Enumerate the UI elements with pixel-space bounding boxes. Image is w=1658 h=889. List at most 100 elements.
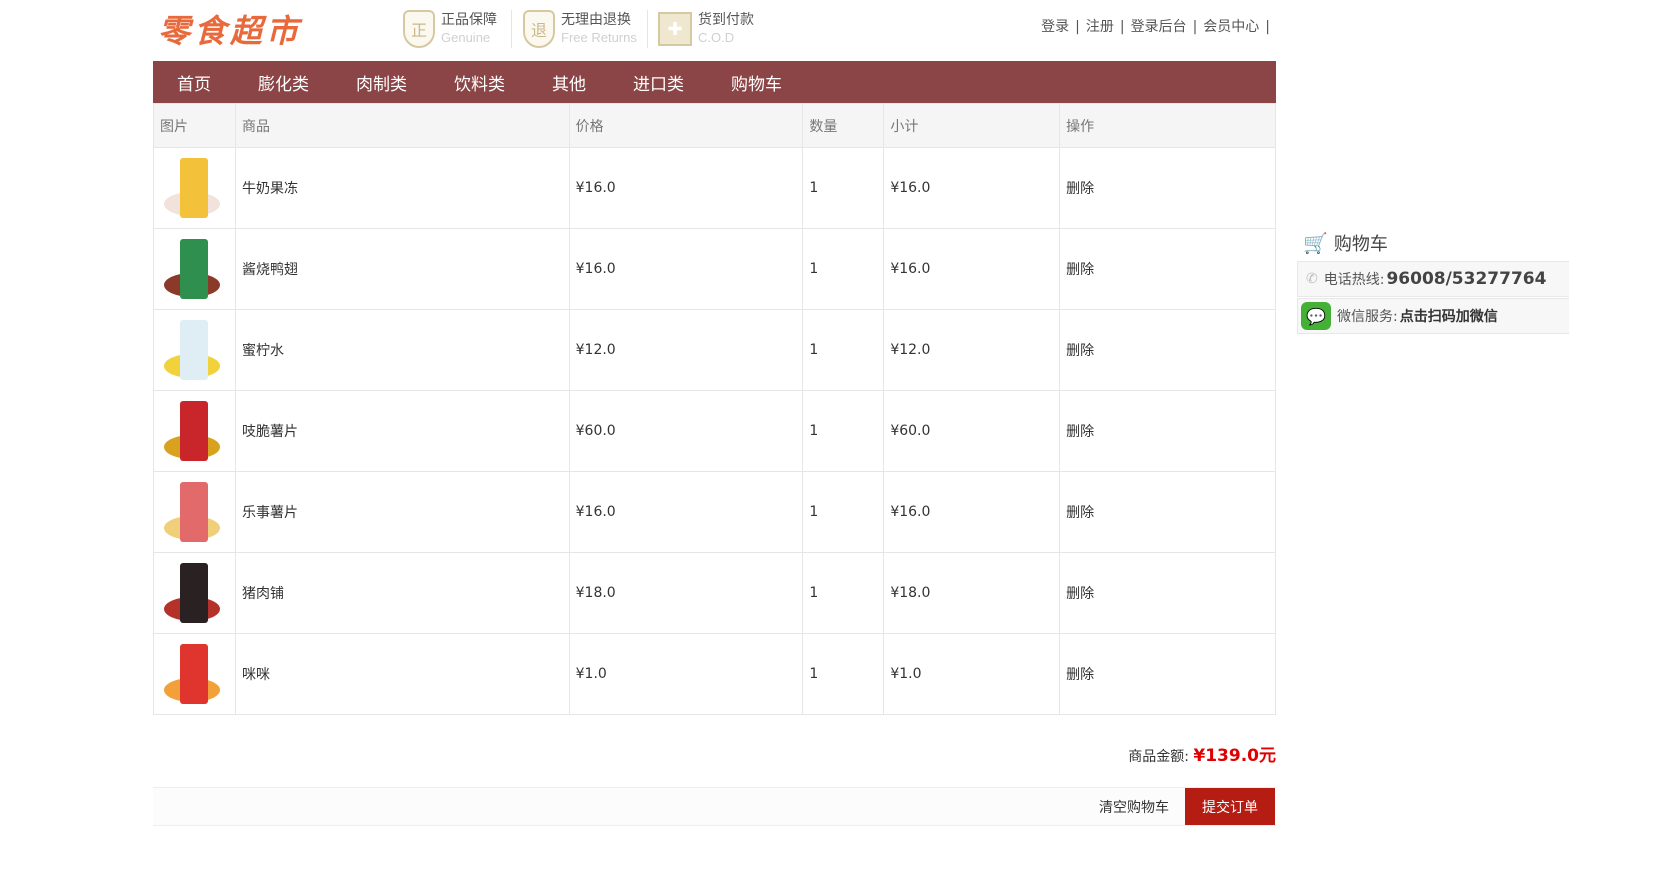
product-thumbnail[interactable]	[158, 638, 230, 710]
wechat-scan-text: 点击扫码加微信	[1399, 309, 1498, 325]
product-thumbnail[interactable]	[158, 233, 230, 305]
clear-cart-link[interactable]: 清空购物车	[1099, 797, 1169, 817]
product-subtotal: ¥60.0	[883, 390, 1061, 472]
link-separator: |	[1192, 19, 1198, 35]
table-row: 牛奶果冻 ¥16.0 1 ¥16.0 删除	[153, 147, 1276, 229]
nav-item-other[interactable]: 其他	[528, 70, 586, 95]
nav-item-home[interactable]: 首页	[153, 70, 211, 95]
site-header: 零食超市 正 正品保障 Genuine 退 无理由退换 Free Returns…	[153, 0, 1276, 60]
column-header-action: 操作	[1059, 103, 1276, 148]
badge-divider	[647, 10, 648, 48]
badge-subtitle: C.O.D	[698, 30, 735, 45]
delete-link[interactable]: 删除	[1066, 505, 1094, 521]
table-row: 酱烧鸭翅 ¥16.0 1 ¥16.0 删除	[153, 228, 1276, 310]
hotline-label: 电话热线:	[1323, 272, 1385, 288]
link-separator: |	[1075, 19, 1080, 35]
product-quantity: 1	[802, 390, 885, 472]
login-link[interactable]: 登录	[1041, 19, 1069, 35]
column-header-subtotal: 小计	[883, 103, 1061, 148]
main-nav: 首页 膨化类 肉制类 饮料类 其他 进口类 购物车	[153, 61, 1276, 103]
side-cart-label: 购物车	[1333, 234, 1388, 255]
nav-item-drinks[interactable]: 饮料类	[430, 70, 505, 95]
action-cell: 删除	[1059, 309, 1276, 391]
product-price: ¥16.0	[568, 471, 804, 553]
nav-item-cart[interactable]: 购物车	[707, 70, 782, 95]
register-link[interactable]: 注册	[1086, 19, 1114, 35]
product-name[interactable]: 猪肉铺	[234, 552, 570, 634]
product-name[interactable]: 酱烧鸭翅	[234, 228, 570, 310]
delete-link[interactable]: 删除	[1066, 343, 1094, 359]
table-row: 乐事薯片 ¥16.0 1 ¥16.0 删除	[153, 471, 1276, 553]
table-row: 猪肉铺 ¥18.0 1 ¥18.0 删除	[153, 552, 1276, 634]
product-image-cell	[153, 633, 236, 715]
product-subtotal: ¥16.0	[883, 228, 1061, 310]
column-header-image: 图片	[153, 103, 236, 148]
product-subtotal: ¥12.0	[883, 309, 1061, 391]
table-header-row: 图片 商品 价格 数量 小计 操作	[153, 103, 1276, 148]
product-thumbnail[interactable]	[158, 314, 230, 386]
badge-subtitle: Genuine	[441, 30, 491, 45]
shield-icon: 退	[523, 10, 555, 48]
nav-item-meat[interactable]: 肉制类	[332, 70, 407, 95]
wechat-icon: 💬	[1301, 302, 1331, 330]
product-name[interactable]: 咪咪	[234, 633, 570, 715]
column-header-product: 商品	[234, 103, 570, 148]
product-thumbnail[interactable]	[158, 476, 230, 548]
cart-action-bar: 清空购物车 提交订单	[153, 787, 1276, 826]
product-name[interactable]: 乐事薯片	[234, 471, 570, 553]
shield-icon: 正	[403, 10, 435, 48]
product-quantity: 1	[802, 228, 885, 310]
product-price: ¥16.0	[568, 147, 804, 229]
product-subtotal: ¥16.0	[883, 147, 1061, 229]
product-thumbnail[interactable]	[158, 557, 230, 629]
product-name[interactable]: 牛奶果冻	[234, 147, 570, 229]
top-links: 登录 | 注册 | 登录后台 | 会员中心 |	[1041, 16, 1276, 36]
product-name[interactable]: 吱脆薯片	[234, 390, 570, 472]
nav-item-imported[interactable]: 进口类	[609, 70, 684, 95]
delete-link[interactable]: 删除	[1066, 424, 1094, 440]
product-price: ¥1.0	[568, 633, 804, 715]
product-price: ¥16.0	[568, 228, 804, 310]
delete-link[interactable]: 删除	[1066, 586, 1094, 602]
badge-free-returns: 退 无理由退换 Free Returns	[523, 8, 637, 50]
badge-title: 货到付款	[698, 12, 754, 28]
product-price: ¥60.0	[568, 390, 804, 472]
order-total: 商品金额: ¥139.0元	[1128, 741, 1276, 766]
wechat-row[interactable]: 💬 微信服务: 点击扫码加微信	[1297, 298, 1569, 334]
wechat-label: 微信服务:	[1337, 309, 1398, 325]
delete-link[interactable]: 删除	[1066, 667, 1094, 683]
product-image-cell	[153, 390, 236, 472]
product-thumbnail[interactable]	[158, 152, 230, 224]
admin-login-link[interactable]: 登录后台	[1131, 19, 1187, 35]
badge-title: 无理由退换	[561, 12, 631, 28]
hotline-number: 96008/53277764	[1386, 269, 1547, 289]
cart-table: 图片 商品 价格 数量 小计 操作 牛奶果冻 ¥16.0 1 ¥16.0 删除 酱烧鸭翅 ¥…	[153, 103, 1276, 715]
action-cell: 删除	[1059, 552, 1276, 634]
delete-link[interactable]: 删除	[1066, 262, 1094, 278]
submit-order-button[interactable]: 提交订单	[1185, 788, 1275, 825]
site-logo[interactable]: 零食超市	[158, 6, 302, 52]
product-image-cell	[153, 552, 236, 634]
product-image-cell	[153, 147, 236, 229]
product-subtotal: ¥18.0	[883, 552, 1061, 634]
product-quantity: 1	[802, 633, 885, 715]
table-row: 蜜柠水 ¥12.0 1 ¥12.0 删除	[153, 309, 1276, 391]
total-amount: ¥139.0元	[1193, 746, 1276, 766]
delete-link[interactable]: 删除	[1066, 181, 1094, 197]
member-center-link[interactable]: 会员中心	[1203, 19, 1259, 35]
product-quantity: 1	[802, 552, 885, 634]
link-separator: |	[1119, 19, 1125, 35]
product-subtotal: ¥1.0	[883, 633, 1061, 715]
action-cell: 删除	[1059, 147, 1276, 229]
action-cell: 删除	[1059, 633, 1276, 715]
product-name[interactable]: 蜜柠水	[234, 309, 570, 391]
product-thumbnail[interactable]	[158, 395, 230, 467]
product-image-cell	[153, 309, 236, 391]
total-label: 商品金额:	[1128, 749, 1189, 765]
link-separator: |	[1265, 19, 1270, 35]
badge-title: 正品保障	[441, 12, 497, 28]
side-cart-link[interactable]: 🛒 购物车	[1297, 226, 1569, 260]
nav-item-puffed[interactable]: 膨化类	[234, 70, 309, 95]
product-price: ¥18.0	[568, 552, 804, 634]
product-subtotal: ¥16.0	[883, 471, 1061, 553]
